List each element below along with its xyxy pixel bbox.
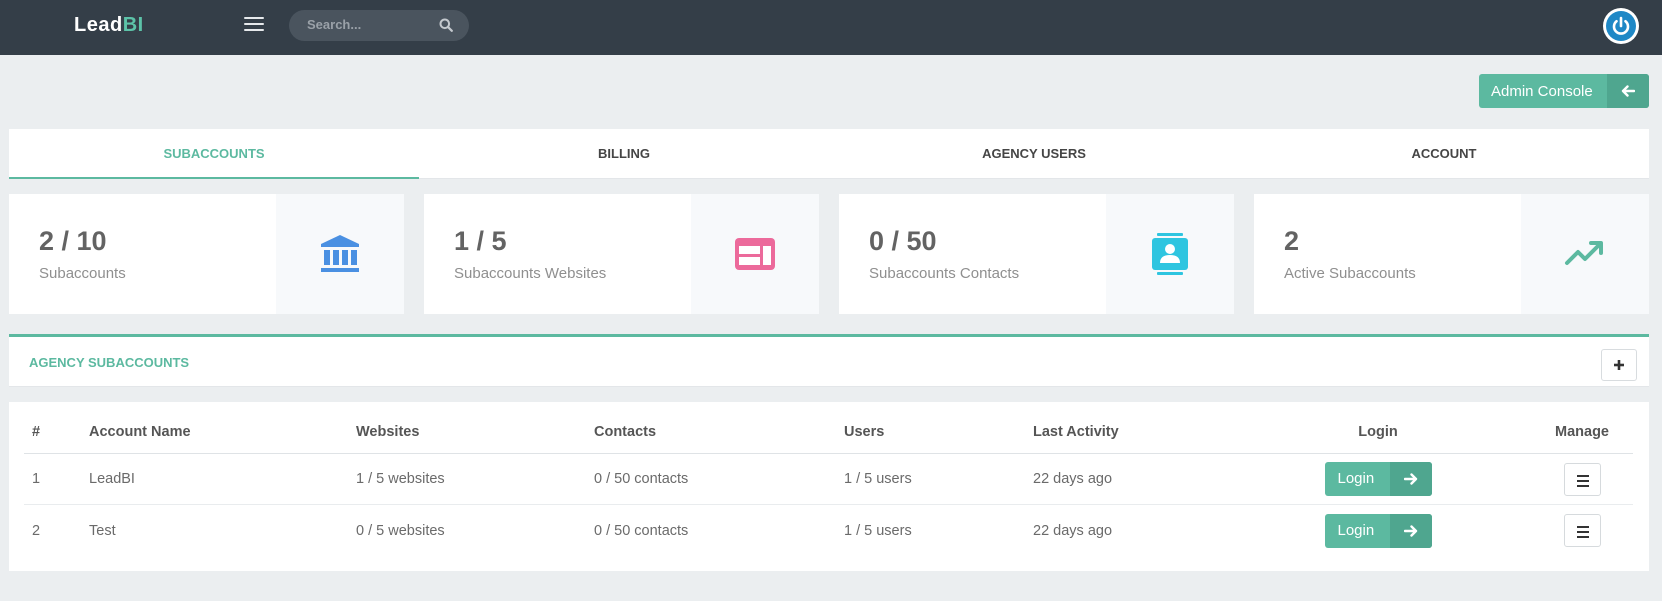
stat-card-websites: 1 / 5 Subaccounts Websites [424, 194, 819, 314]
admin-console-button[interactable]: Admin Console [1479, 74, 1649, 108]
stat-label: Active Subaccounts [1284, 265, 1416, 282]
tab-billing[interactable]: BILLING [419, 129, 829, 179]
power-icon[interactable] [1603, 8, 1639, 44]
account-name: LeadBI [89, 471, 135, 487]
manage-cell [1549, 454, 1615, 504]
contacts-count: 0 / 50 contacts [594, 471, 689, 487]
table-row: 2 Test 0 / 5 websites 0 / 50 contacts 1 … [24, 505, 1633, 556]
arrow-left-icon [1607, 74, 1649, 108]
bank-icon [321, 235, 359, 272]
menu-icon[interactable] [244, 17, 264, 35]
brand-logo[interactable]: LeadBI [74, 14, 144, 37]
add-subaccount-button[interactable] [1601, 349, 1637, 381]
stat-card-active: 2 Active Subaccounts [1254, 194, 1649, 314]
login-cell: Login [1301, 505, 1455, 556]
stat-value: 2 [1284, 226, 1300, 256]
website-icon [735, 238, 775, 270]
row-number: 1 [32, 471, 41, 487]
table-header-row: # Account Name Websites Contacts Users L… [24, 410, 1633, 454]
stat-icon-box [276, 194, 404, 314]
stat-card-subaccounts: 2 / 10 Subaccounts [9, 194, 404, 314]
admin-console-label: Admin Console [1491, 83, 1593, 100]
column-header: Login [1358, 423, 1398, 440]
stat-value: 1 / 5 [454, 226, 507, 256]
column-header: # [32, 423, 41, 440]
stat-icon-box [691, 194, 819, 314]
table-row: 1 LeadBI 1 / 5 websites 0 / 50 contacts … [24, 454, 1633, 505]
column-header[interactable]: Account Name [89, 410, 191, 453]
login-label: Login [1337, 521, 1375, 539]
stat-label: Subaccounts Websites [454, 265, 607, 282]
plus-icon [1614, 360, 1624, 370]
stat-icon-box [1521, 194, 1649, 314]
search-box [289, 10, 469, 41]
column-header[interactable]: Last Activity [1033, 410, 1119, 453]
column-header[interactable]: Users [844, 410, 884, 453]
row-number: 2 [32, 522, 41, 539]
menu-icon [1576, 474, 1589, 490]
stat-icon-box [1106, 194, 1234, 314]
tab-subaccounts[interactable]: SUBACCOUNTS [9, 129, 419, 179]
column-header[interactable]: Websites [356, 410, 419, 453]
manage-cell [1549, 505, 1615, 556]
agency-subaccounts-header: AGENCY SUBACCOUNTS [9, 334, 1649, 387]
tab-account[interactable]: ACCOUNT [1239, 129, 1649, 179]
stat-value: 2 / 10 [39, 226, 107, 256]
top-navbar: LeadBI [0, 0, 1662, 55]
account-name: Test [89, 522, 116, 539]
users-count: 1 / 5 users [844, 522, 912, 539]
search-input[interactable] [307, 17, 437, 32]
manage-menu-button[interactable] [1563, 514, 1601, 547]
login-button[interactable]: Login [1324, 462, 1432, 496]
contact-book-icon [1152, 233, 1188, 275]
websites-count: 1 / 5 websites [356, 471, 445, 487]
arrow-right-icon [1389, 513, 1432, 548]
manage-menu-button[interactable] [1563, 462, 1601, 496]
login-label: Login [1337, 470, 1375, 487]
last-activity: 22 days ago [1033, 522, 1113, 539]
section-title: AGENCY SUBACCOUNTS [29, 355, 190, 370]
contacts-count: 0 / 50 contacts [594, 522, 689, 539]
users-count: 1 / 5 users [844, 471, 912, 487]
arrow-right-icon [1389, 462, 1432, 496]
trending-up-icon [1565, 241, 1603, 265]
column-header[interactable]: Contacts [594, 410, 656, 453]
stat-card-contacts: 0 / 50 Subaccounts Contacts [839, 194, 1234, 314]
login-cell: Login [1301, 454, 1455, 504]
subaccounts-table: # Account Name Websites Contacts Users L… [9, 402, 1649, 571]
stat-value: 0 / 50 [869, 226, 937, 256]
search-icon[interactable] [439, 18, 453, 37]
last-activity: 22 days ago [1033, 471, 1113, 487]
brand-text-main: Lead [74, 14, 123, 36]
stat-label: Subaccounts [39, 265, 126, 282]
stat-label: Subaccounts Contacts [869, 265, 1020, 282]
tab-agency-users[interactable]: AGENCY USERS [829, 129, 1239, 179]
websites-count: 0 / 5 websites [356, 522, 445, 539]
menu-icon [1576, 526, 1589, 541]
brand-text-accent: BI [122, 14, 144, 36]
tab-bar: SUBACCOUNTS BILLING AGENCY USERS ACCOUNT [9, 129, 1649, 179]
column-header: Manage [1555, 423, 1609, 440]
login-button[interactable]: Login [1324, 513, 1432, 548]
